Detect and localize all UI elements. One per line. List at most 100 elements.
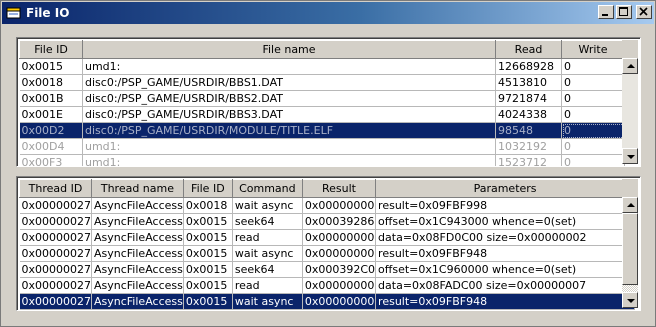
cell-file-id: 0x00D2 (19, 122, 83, 139)
cell-file-name: disc0:/PSP_GAME/USRDIR/MODULE/TITLE.ELF (82, 122, 496, 139)
cell-command: seek64 (232, 261, 303, 278)
scroll-down-button[interactable] (622, 148, 638, 164)
cell-read: 1523712 (495, 154, 562, 166)
table-row[interactable]: 0x00000027 AsyncFileAccess 0x0015 seek64… (19, 261, 636, 278)
cell-file-id: 0x0015 (183, 293, 233, 310)
cell-thread-id: 0x00000027 (19, 245, 92, 262)
table-row[interactable]: 0x00F3 umd1: 1523712 0 (19, 154, 625, 166)
column-header-file-name[interactable]: File name (82, 40, 496, 59)
window-app-icon (6, 6, 22, 20)
cell-thread-id: 0x00000027 (19, 229, 92, 246)
close-icon (639, 7, 648, 16)
scroll-up-button[interactable] (622, 58, 638, 74)
cell-parameters: result=0x09FBF998 (375, 197, 636, 214)
scroll-thumb[interactable] (622, 213, 638, 285)
cell-command: seek64 (232, 213, 303, 230)
column-header-result[interactable]: Result (301, 179, 377, 198)
cell-thread-name: AsyncFileAccess (91, 277, 184, 294)
column-header-command[interactable]: Command (231, 179, 303, 198)
cell-result: 0x00000000 (302, 229, 377, 246)
cell-read: 1032192 (495, 138, 562, 155)
column-header-thread-id[interactable]: Thread ID (19, 179, 92, 198)
cell-read: 4513810 (495, 74, 562, 91)
scroll-corner (622, 179, 638, 197)
column-header-parameters[interactable]: Parameters (375, 179, 636, 198)
minimize-button[interactable] (598, 5, 614, 19)
commands-table-panel: Thread ID Thread name File ID Command Re… (16, 176, 641, 311)
cell-command: read (232, 229, 303, 246)
commands-table: Thread ID Thread name File ID Command Re… (19, 179, 636, 310)
cell-result: 0x00039286 (302, 213, 377, 230)
scroll-down-button[interactable] (622, 292, 638, 308)
cell-write: 0 (561, 138, 625, 155)
window-title: File IO (26, 6, 70, 20)
maximize-icon (619, 7, 628, 16)
cell-thread-name: AsyncFileAccess (91, 197, 184, 214)
cell-parameters: data=0x08FADC00 size=0x00000007 (375, 277, 636, 294)
column-header-read[interactable]: Read (495, 40, 562, 59)
cell-thread-id: 0x00000027 (19, 277, 92, 294)
cell-parameters: offset=0x1C960000 whence=0(set) (375, 261, 636, 278)
files-table-panel: File ID File name Read Write 0x0015 umd1… (16, 37, 641, 167)
column-header-write[interactable]: Write (561, 40, 625, 59)
minimize-icon (602, 14, 608, 16)
scroll-up-button[interactable] (622, 197, 638, 213)
cell-file-id: 0x001B (19, 90, 83, 107)
files-vertical-scrollbar[interactable] (622, 58, 638, 164)
table-row[interactable]: 0x0015 umd1: 12668928 0 (19, 58, 625, 75)
cell-result: 0x00000000 (302, 197, 377, 214)
column-header-thread-name[interactable]: Thread name (91, 179, 184, 198)
close-button[interactable] (636, 5, 652, 19)
cell-write: 0 (561, 90, 625, 107)
table-row-selected[interactable]: 0x00000027 AsyncFileAccess 0x0015 wait a… (19, 293, 636, 310)
scroll-down-icon (627, 299, 635, 303)
table-row-selected[interactable]: 0x00D2 disc0:/PSP_GAME/USRDIR/MODULE/TIT… (19, 122, 625, 139)
cell-read: 98548 (495, 122, 562, 139)
cell-read: 4024338 (495, 106, 562, 123)
cell-thread-id: 0x00000027 (19, 261, 92, 278)
cell-parameters: result=0x09FBF948 (375, 245, 636, 262)
table-row[interactable]: 0x00D4 umd1: 1032192 0 (19, 138, 625, 155)
column-header-file-id[interactable]: File ID (182, 179, 233, 198)
cell-write: 0 (561, 58, 625, 75)
cell-file-id: 0x0018 (19, 74, 83, 91)
scroll-corner (622, 40, 638, 58)
cell-thread-name: AsyncFileAccess (91, 213, 184, 230)
table-row[interactable]: 0x001B disc0:/PSP_GAME/USRDIR/BBS2.DAT 9… (19, 90, 625, 107)
cell-thread-id: 0x00000027 (19, 293, 92, 310)
table-row[interactable]: 0x00000027 AsyncFileAccess 0x0015 read 0… (19, 229, 636, 246)
cell-file-name: disc0:/PSP_GAME/USRDIR/BBS1.DAT (82, 74, 496, 91)
table-row[interactable]: 0x00000027 AsyncFileAccess 0x0018 wait a… (19, 197, 636, 214)
cell-thread-name: AsyncFileAccess (91, 229, 184, 246)
cell-result: 0x000392C0 (302, 261, 377, 278)
cell-write: 0 (561, 74, 625, 91)
cell-file-id: 0x0015 (183, 229, 233, 246)
cell-thread-name: AsyncFileAccess (91, 245, 184, 262)
cell-file-id: 0x00F3 (19, 154, 83, 166)
cell-command: wait async (232, 293, 303, 310)
cell-result: 0x00000000 (302, 293, 377, 310)
cell-command: wait async (232, 245, 303, 262)
file-io-window: File IO File ID File name Read Write 0x0… (0, 0, 656, 327)
scroll-up-icon (627, 64, 635, 68)
cell-command: wait async (232, 197, 303, 214)
cell-file-id: 0x001E (19, 106, 83, 123)
table-row[interactable]: 0x00000027 AsyncFileAccess 0x0015 wait a… (19, 245, 636, 262)
cell-file-name: umd1: (82, 138, 496, 155)
commands-vertical-scrollbar[interactable] (622, 197, 638, 308)
maximize-button[interactable] (616, 5, 632, 19)
table-row[interactable]: 0x001E disc0:/PSP_GAME/USRDIR/BBS3.DAT 4… (19, 106, 625, 123)
cell-file-id: 0x0015 (19, 58, 83, 75)
column-header-file-id[interactable]: File ID (19, 40, 83, 59)
cell-file-id: 0x0018 (183, 197, 233, 214)
cell-thread-id: 0x00000027 (19, 213, 92, 230)
table-row[interactable]: 0x00000027 AsyncFileAccess 0x0015 read 0… (19, 277, 636, 294)
cell-parameters: offset=0x1C943000 whence=0(set) (375, 213, 636, 230)
cell-file-id: 0x0015 (183, 213, 233, 230)
cell-file-name: umd1: (82, 58, 496, 75)
cell-file-id: 0x0015 (183, 245, 233, 262)
title-bar[interactable]: File IO (2, 2, 654, 24)
table-row[interactable]: 0x0018 disc0:/PSP_GAME/USRDIR/BBS1.DAT 4… (19, 74, 625, 91)
table-row[interactable]: 0x00000027 AsyncFileAccess 0x0015 seek64… (19, 213, 636, 230)
cell-file-id: 0x0015 (183, 277, 233, 294)
